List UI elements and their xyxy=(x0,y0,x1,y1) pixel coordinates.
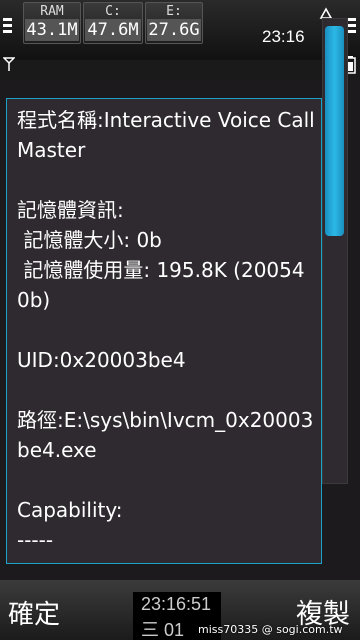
battery-bars-icon xyxy=(347,18,356,36)
ram-widget[interactable]: RAM 43.1M xyxy=(23,2,81,44)
scrollbar-thumb[interactable] xyxy=(325,26,344,236)
e-drive-widget[interactable]: E: 27.6G xyxy=(145,2,203,44)
uid-text: UID:0x20003be4 xyxy=(17,348,186,372)
ram-value: 43.1M xyxy=(25,19,79,41)
ok-softkey[interactable]: 確定 xyxy=(8,594,60,631)
watermark: miss70335 @ sogi.com.tw xyxy=(198,623,343,636)
e-drive-label: E: xyxy=(166,4,182,19)
c-drive-value: 47.6M xyxy=(85,19,141,41)
capability-heading: Capability: xyxy=(17,498,123,522)
c-drive-label: C: xyxy=(105,4,121,19)
e-drive-value: 27.6G xyxy=(147,19,201,41)
status-clock: 23:16 xyxy=(262,27,305,46)
memory-heading: 記憶體資訊: xyxy=(17,198,124,222)
center-clock-time: 23:16:51 xyxy=(141,594,212,614)
app-name-text: 程式名稱:Interactive Voice Call Master xyxy=(17,108,322,162)
signal-bars-icon xyxy=(3,18,12,36)
memory-usage-text: 記憶體使用量: 195.8K (200540b) xyxy=(17,258,305,312)
c-drive-widget[interactable]: C: 47.6M xyxy=(83,2,143,44)
app-info-panel[interactable]: 程式名稱:Interactive Voice Call Master 記憶體資訊… xyxy=(6,98,322,564)
ram-label: RAM xyxy=(40,4,64,19)
status-bar: RAM 43.1M C: 47.6M E: 27.6G 23:16 xyxy=(0,0,360,74)
memory-size-text: 記憶體大小: 0b xyxy=(17,228,162,252)
app-info-text: 程式名稱:Interactive Voice Call Master 記憶體資訊… xyxy=(17,105,317,555)
path-text: 路徑:E:\sys\bin\Ivcm_0x20003be4.exe xyxy=(17,408,314,462)
center-clock-date: 三 01 xyxy=(141,620,185,640)
antenna-icon xyxy=(3,57,15,71)
capability-divider: ----- xyxy=(17,528,54,552)
main-area: 程式名稱:Interactive Voice Call Master 記憶體資訊… xyxy=(0,80,360,580)
